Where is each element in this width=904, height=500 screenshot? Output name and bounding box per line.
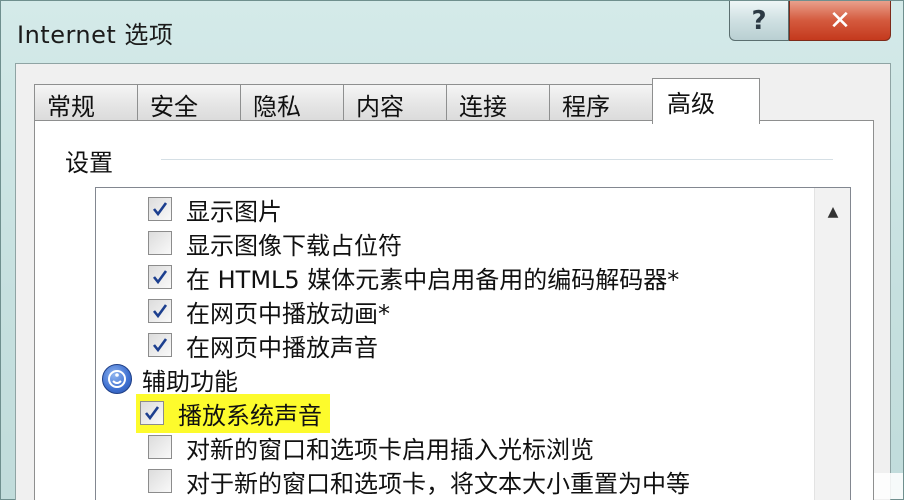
checkbox[interactable] bbox=[148, 197, 172, 221]
setting-caret-browsing[interactable]: 对新的窗口和选项卡启用插入光标浏览 bbox=[148, 430, 594, 464]
setting-label: 显示图像下载占位符 bbox=[186, 231, 402, 260]
dialog-client-area: 常规 安全 隐私 内容 连接 程序 高级 设置 显示图片 显示图像下载占位符 在… bbox=[15, 63, 891, 500]
setting-label: 播放系统声音 bbox=[178, 401, 322, 430]
help-button[interactable]: ? bbox=[729, 1, 789, 41]
scroll-up-arrow-icon[interactable]: ▲ bbox=[823, 202, 843, 222]
checkbox[interactable] bbox=[148, 265, 172, 289]
close-icon: ✕ bbox=[829, 5, 851, 36]
checkbox[interactable] bbox=[148, 231, 172, 255]
group-divider bbox=[161, 159, 833, 161]
checkbox[interactable] bbox=[140, 401, 164, 425]
settings-group-label: 设置 bbox=[65, 149, 113, 177]
category-label: 辅助功能 bbox=[142, 367, 238, 396]
setting-play-sounds[interactable]: 在网页中播放声音 bbox=[148, 328, 378, 362]
tab-advanced[interactable]: 高级 bbox=[652, 78, 760, 124]
checkbox[interactable] bbox=[148, 333, 172, 357]
tab-security[interactable]: 安全 bbox=[137, 84, 241, 124]
setting-show-image-placeholders[interactable]: 显示图像下载占位符 bbox=[148, 226, 402, 260]
accessibility-icon bbox=[102, 364, 132, 394]
setting-reset-text-size[interactable]: 对于新的窗口和选项卡，将文本大小重置为中等 bbox=[148, 464, 690, 498]
highlight-marker: 播放系统声音 bbox=[136, 393, 330, 433]
setting-label: 在 HTML5 媒体元素中启用备用的编码解码器* bbox=[186, 265, 680, 294]
tab-strip: 常规 安全 隐私 内容 连接 程序 高级 bbox=[34, 78, 760, 124]
help-icon: ? bbox=[751, 5, 767, 36]
window-title: Internet 选项 bbox=[17, 21, 174, 49]
setting-play-animations[interactable]: 在网页中播放动画* bbox=[148, 294, 390, 328]
tab-content[interactable]: 内容 bbox=[343, 84, 447, 124]
settings-list[interactable]: 显示图片 显示图像下载占位符 在 HTML5 媒体元素中启用备用的编码解码器* … bbox=[95, 187, 851, 500]
advanced-panel: 设置 显示图片 显示图像下载占位符 在 HTML5 媒体元素中启用备用的编码解码… bbox=[34, 120, 874, 500]
setting-html5-codecs[interactable]: 在 HTML5 媒体元素中启用备用的编码解码器* bbox=[148, 260, 679, 294]
category-accessibility: 辅助功能 bbox=[102, 362, 238, 396]
setting-label: 对新的窗口和选项卡启用插入光标浏览 bbox=[186, 435, 594, 464]
tab-privacy[interactable]: 隐私 bbox=[240, 84, 344, 124]
tab-general[interactable]: 常规 bbox=[34, 84, 138, 124]
internet-options-window: Internet 选项 ? ✕ 常规 安全 隐私 内容 连接 程序 高级 设置 … bbox=[0, 0, 904, 500]
setting-play-system-sounds[interactable]: 播放系统声音 bbox=[136, 393, 330, 433]
setting-show-pictures[interactable]: 显示图片 bbox=[148, 192, 282, 226]
tab-connections[interactable]: 连接 bbox=[446, 84, 550, 124]
checkbox[interactable] bbox=[148, 435, 172, 459]
vertical-scrollbar[interactable]: ▲ bbox=[814, 188, 850, 500]
setting-label: 在网页中播放动画* bbox=[186, 299, 390, 328]
close-button[interactable]: ✕ bbox=[789, 1, 891, 41]
setting-label: 在网页中播放声音 bbox=[186, 333, 378, 362]
tab-programs[interactable]: 程序 bbox=[549, 84, 653, 124]
checkbox[interactable] bbox=[148, 469, 172, 493]
checkbox[interactable] bbox=[148, 299, 172, 323]
setting-label: 显示图片 bbox=[186, 197, 282, 226]
setting-label: 对于新的窗口和选项卡，将文本大小重置为中等 bbox=[186, 469, 690, 498]
